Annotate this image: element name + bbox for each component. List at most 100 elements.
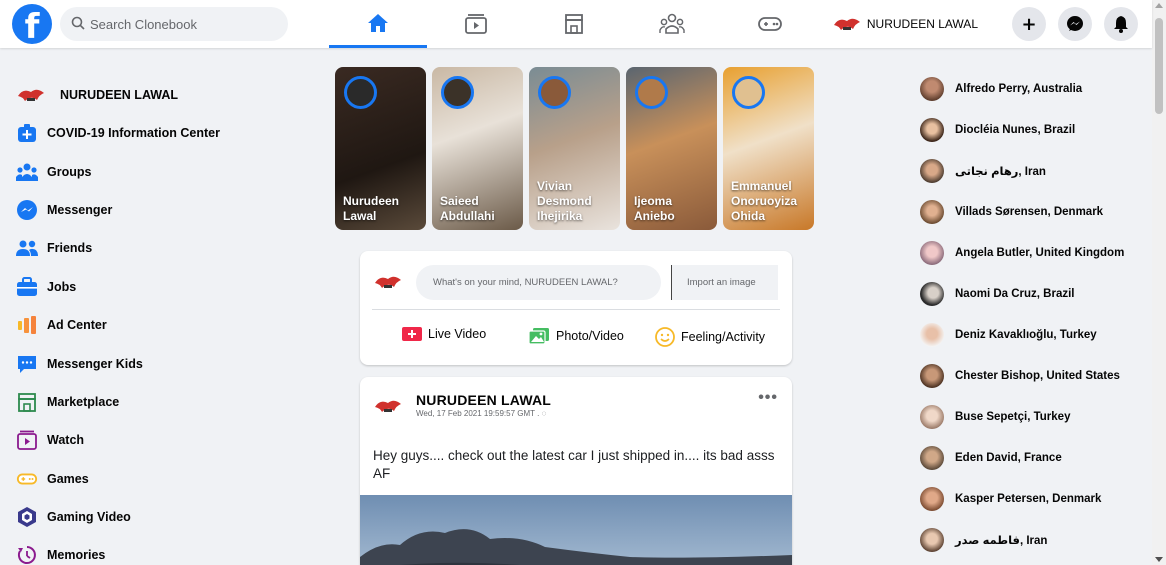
feeling-activity-label: Feeling/Activity [681,330,766,344]
whats-on-your-mind-input[interactable]: What's on your mind, NURUDEEN LAWAL? [416,265,661,300]
feeling-activity-button[interactable]: Feeling/Activity [655,327,765,347]
contact-item[interactable]: Diocléia Nunes, Brazil [920,109,1148,150]
live-video-button[interactable]: Live Video [402,327,486,341]
sidebar-item-label: Watch [47,433,85,448]
contact-item[interactable]: Eden David, France [920,437,1148,478]
story-avatar [538,76,571,109]
messenger-kids-icon [16,353,38,375]
messenger-button[interactable] [1058,7,1092,41]
story-card[interactable]: Nurudeen Lawal [335,67,426,230]
sidebar-item-ad-center[interactable]: Ad Center [16,306,306,344]
story-author-line: Onoruoyiza [731,194,798,208]
story-author-line: Ijeoma [634,194,673,208]
sidebar-item-label: Messenger [47,202,113,217]
user-brand-logo-icon [375,276,401,288]
contact-item[interactable]: Angela Butler, United Kingdom [920,232,1148,273]
contact-name: Eden David, France [955,451,1062,464]
contact-item[interactable]: Kasper Petersen, Denmark [920,478,1148,519]
contact-item[interactable]: Villads Sørensen, Denmark [920,191,1148,232]
story-author-line: Emmanuel [731,179,792,193]
page-scrollbar[interactable] [1152,0,1166,565]
header-actions: NURUDEEN LAWAL + [829,6,1138,42]
sidebar-item-marketplace[interactable]: Marketplace [16,383,306,421]
story-author-line: Aniebo [634,209,675,223]
story-card[interactable]: Emmanuel Onoruoyiza Ohida [723,67,814,230]
story-author: Ijeoma Aniebo [634,194,713,224]
tab-groups[interactable] [623,0,721,48]
avatar [920,117,944,142]
contact-name: Villads Sørensen, Denmark [955,205,1104,218]
gaming-video-icon [16,506,38,528]
contact-item[interactable]: رهام نجاتی, Iran [920,150,1148,191]
header-profile-name: NURUDEEN LAWAL [866,17,978,31]
search-input[interactable] [90,7,280,41]
sidebar-item-label: Jobs [47,279,77,294]
story-author-line: Desmond [537,194,592,208]
create-button[interactable]: + [1012,7,1046,41]
sidebar-profile[interactable]: NURUDEEN LAWAL [16,76,306,114]
contact-name: Diocléia Nunes, Brazil [955,123,1076,136]
search-icon [71,16,85,30]
contact-name: Kasper Petersen, Denmark [955,492,1102,505]
scrollbar-thumb[interactable] [1155,18,1163,114]
post-composer: What's on your mind, NURUDEEN LAWAL? Imp… [360,251,792,365]
contact-item[interactable]: Buse Sepetçi, Turkey [920,396,1148,437]
story-card[interactable]: Ijeoma Aniebo [626,67,717,230]
scroll-up-arrow-icon[interactable] [1155,3,1163,8]
story-author: Nurudeen Lawal [343,194,422,224]
sidebar-item-jobs[interactable]: Jobs [16,268,306,306]
scroll-down-arrow-icon[interactable] [1155,557,1163,562]
home-icon [368,13,388,32]
story-avatar [344,76,377,109]
post-options-button[interactable]: ••• [758,389,778,407]
story-card[interactable]: Saieed Abdullahi [432,67,523,230]
contact-item[interactable]: Chester Bishop, United States [920,355,1148,396]
feeling-activity-icon [655,327,675,347]
tab-home[interactable] [329,0,427,48]
contact-item[interactable]: فاطمه صدر, Iran [920,519,1148,560]
groups-icon [659,13,685,34]
contact-item[interactable]: Alfredo Perry, Australia [920,68,1148,109]
notifications-button[interactable] [1104,7,1138,41]
sidebar-item-groups[interactable]: Groups [16,152,306,190]
sidebar-item-label: Gaming Video [47,510,131,525]
live-video-icon [402,327,422,341]
games-icon [16,468,38,490]
tab-marketplace[interactable] [525,0,623,48]
sidebar-item-label: Groups [47,164,92,179]
avatar [920,199,944,224]
jobs-icon [16,276,38,298]
sidebar-item-watch[interactable]: Watch [16,421,306,459]
sidebar-item-label: Memories [47,548,106,563]
avatar [920,404,944,429]
header-profile-link[interactable]: NURUDEEN LAWAL [829,6,988,42]
photo-video-button[interactable]: Photo/Video [528,327,624,345]
avatar [920,76,944,101]
sidebar-profile-name: NURUDEEN LAWAL [60,88,179,102]
avatar [920,527,944,552]
story-author-line: Lawal [343,209,377,223]
plus-icon: + [1021,13,1037,35]
contact-name: Buse Sepetçi, Turkey [955,410,1071,423]
post-author[interactable]: NURUDEEN LAWAL [416,392,551,408]
search-box[interactable] [60,7,288,41]
tab-gaming[interactable] [721,0,819,48]
sidebar-item-gaming-video[interactable]: Gaming Video [16,498,306,536]
sidebar-item-friends[interactable]: Friends [16,229,306,267]
groups-icon [16,161,38,183]
tab-watch[interactable] [427,0,525,48]
sidebar-item-messenger-kids[interactable]: Messenger Kids [16,344,306,382]
avatar [920,281,944,306]
sidebar-item-games[interactable]: Games [16,460,306,498]
sidebar-item-covid[interactable]: COVID-19 Information Center [16,114,306,152]
import-image-input[interactable]: Import an image [671,265,778,300]
post-timestamp: Wed, 17 Feb 2021 19:59:57 GMT . ◌ [416,409,546,418]
story-card[interactable]: Vivian Desmond Ihejirika [529,67,620,230]
contact-item[interactable]: Deniz Kavaklıoğlu, Turkey [920,314,1148,355]
contact-item[interactable]: Naomi Da Cruz, Brazil [920,273,1148,314]
post-photo[interactable] [360,495,792,565]
sidebar-item-memories[interactable]: Memories [16,536,306,565]
sidebar-item-messenger[interactable]: Messenger [16,191,306,229]
story-author: Vivian Desmond Ihejirika [537,179,616,224]
facebook-logo-icon[interactable]: f [12,4,52,44]
